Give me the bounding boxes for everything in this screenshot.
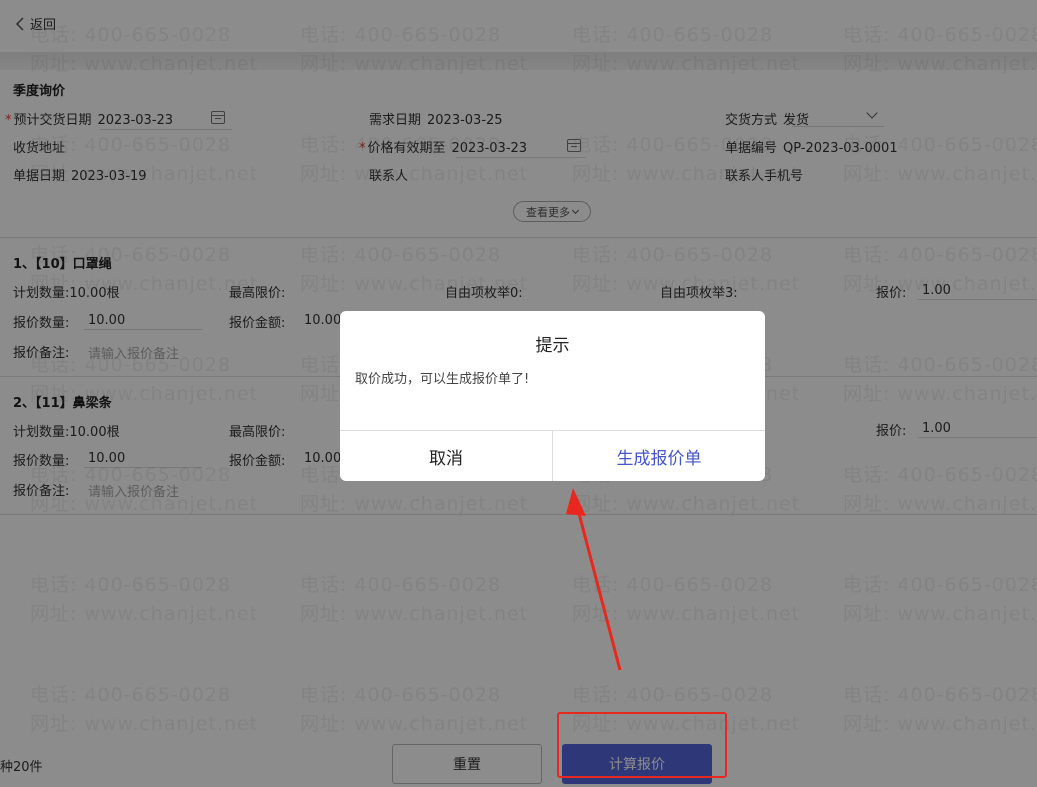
prompt-dialog: 提示 取价成功，可以生成报价单了! 取消 生成报价单: [340, 311, 765, 481]
highlight-box: [557, 712, 727, 778]
cancel-button[interactable]: 取消: [340, 431, 552, 481]
dialog-message: 取价成功，可以生成报价单了!: [355, 372, 530, 387]
arrow-annotation-icon: [566, 488, 622, 671]
dialog-title: 提示: [535, 336, 570, 356]
generate-quote-button[interactable]: 生成报价单: [553, 431, 765, 481]
